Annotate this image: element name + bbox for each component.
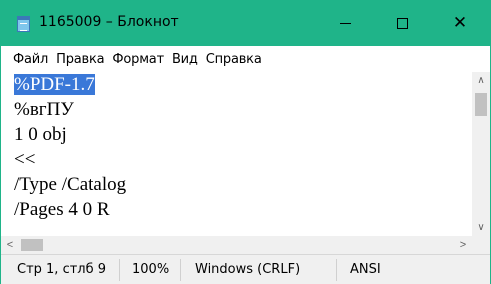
editor-line[interactable]: /Pages 4 0 R — [14, 197, 110, 222]
title-bar[interactable]: 1165009 – Блокнот ✕ — [1, 1, 490, 46]
notepad-window: 1165009 – Блокнот ✕ Файл Правка Формат В… — [0, 0, 491, 284]
minimize-button[interactable] — [322, 1, 368, 46]
editor-line[interactable]: %вгПУ — [14, 97, 74, 122]
scroll-down-icon[interactable]: ∨ — [472, 219, 490, 236]
status-zoom: 100% — [132, 262, 170, 277]
close-button[interactable]: ✕ — [437, 1, 483, 46]
menu-item-view[interactable]: Вид — [172, 52, 198, 67]
horizontal-scroll-thumb[interactable] — [21, 239, 43, 251]
notepad-app-icon — [17, 16, 30, 32]
status-encoding: ANSI — [350, 262, 381, 277]
horizontal-scrollbar[interactable]: < > — [1, 236, 472, 254]
scroll-left-icon[interactable]: < — [1, 236, 19, 254]
editor-line[interactable]: /Type /Catalog — [14, 172, 126, 197]
status-divider — [180, 259, 181, 281]
scrollbar-corner — [472, 236, 490, 254]
menu-item-help[interactable]: Справка — [206, 52, 262, 67]
menu-item-file[interactable]: Файл — [13, 52, 48, 67]
minimize-icon — [339, 23, 351, 24]
editor-line[interactable]: 1 0 obj — [14, 122, 67, 147]
menu-item-edit[interactable]: Правка — [56, 52, 104, 67]
scroll-up-icon[interactable]: ∧ — [472, 72, 490, 89]
status-line-endings: Windows (CRLF) — [195, 262, 301, 277]
status-cursor-position: Стр 1, стлб 9 — [17, 262, 107, 277]
vertical-scroll-thumb[interactable] — [475, 93, 487, 116]
editor-line[interactable]: << — [14, 147, 35, 172]
close-icon: ✕ — [452, 13, 468, 33]
menu-bar: Файл Правка Формат Вид Справка — [1, 46, 490, 72]
window-title: 1165009 – Блокнот — [39, 14, 179, 30]
scroll-right-icon[interactable]: > — [454, 236, 472, 254]
maximize-icon — [396, 18, 408, 29]
menu-item-format[interactable]: Формат — [112, 52, 164, 67]
editor-line[interactable]: %PDF-1.7 — [14, 72, 95, 97]
status-bar: Стр 1, стлб 9 100% Windows (CRLF) ANSI — [1, 254, 490, 284]
status-divider — [119, 259, 120, 281]
status-divider — [336, 259, 337, 281]
vertical-scrollbar[interactable]: ∧ ∨ — [472, 72, 490, 236]
text-editor-area[interactable]: %PDF-1.7 %вгПУ 1 0 obj << /Type /Catalog… — [1, 72, 472, 232]
selected-text[interactable]: %PDF-1.7 — [14, 74, 95, 95]
maximize-button[interactable] — [379, 1, 425, 46]
